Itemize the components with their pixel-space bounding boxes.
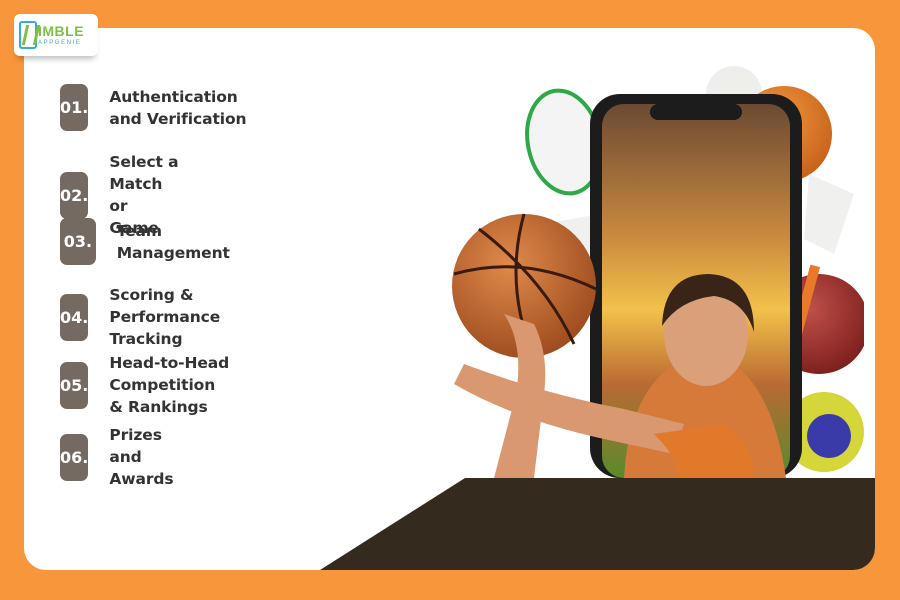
feature-number-badge: 02. (60, 171, 89, 219)
shuttlecock-icon (804, 174, 854, 254)
feature-label: Scoring & Performance Tracking (109, 286, 221, 348)
feature-number-badge: 05. (60, 361, 89, 409)
logo-tagline: APPGENIE (38, 40, 82, 46)
logo-mark-icon (19, 21, 37, 49)
feature-label: Head-to-Head Competition & Rankings (109, 354, 230, 416)
feature-number-badge: 06. (60, 433, 89, 481)
feature-item: 05. Head-to-Head Competition & Rankings (60, 352, 234, 418)
feature-item: 04. Scoring & Performance Tracking (60, 284, 239, 350)
feature-label: Prizes and Awards (109, 426, 174, 488)
feature-item: 01. Authentication and Verification (60, 84, 256, 131)
feature-number-badge: 04. (60, 293, 89, 341)
brand-logo[interactable]: IMBLE APPGENIE (14, 14, 98, 56)
phone-notch (650, 104, 742, 120)
decorative-band (320, 478, 875, 570)
feature-number-badge: 03. (60, 218, 96, 265)
feature-number-badge: 01. (60, 84, 89, 131)
content-card: 01. Authentication and Verification 02. … (24, 28, 875, 570)
logo-name: IMBLE (38, 23, 85, 39)
hero-illustration (452, 66, 864, 478)
feature-item: 03. Team Management (60, 218, 241, 265)
feature-item: 06. Prizes and Awards (60, 424, 192, 490)
feature-label: Authentication and Verification (109, 87, 247, 128)
feature-label: Team Management (116, 221, 230, 262)
